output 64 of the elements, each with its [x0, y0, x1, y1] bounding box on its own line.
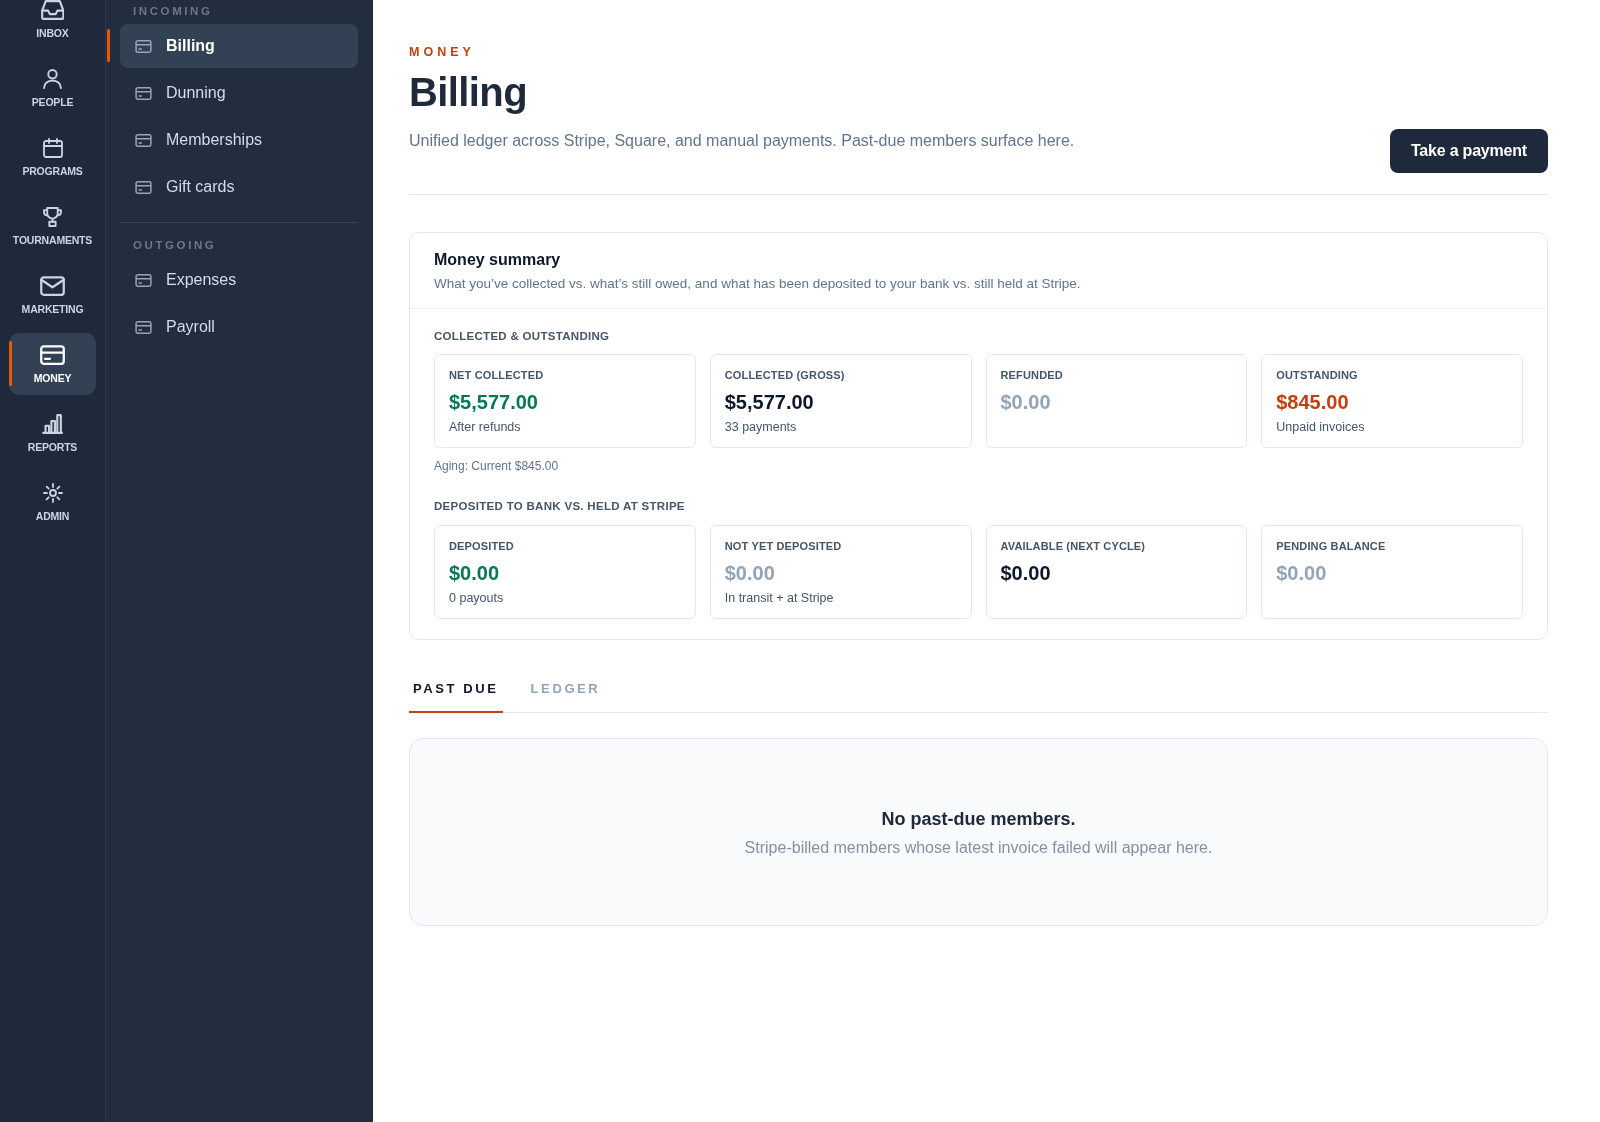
envelope-icon: [40, 276, 65, 296]
credit-card-icon: [135, 180, 152, 194]
trophy-icon: [43, 207, 62, 227]
credit-card-icon: [135, 320, 152, 334]
credit-card-icon: [135, 273, 152, 287]
stat-note: In transit + at Stripe: [724, 590, 834, 606]
stat-label: NET COLLECTED: [449, 368, 544, 382]
sidebar-item[interactable]: Expenses: [120, 258, 358, 302]
stat-note: Unpaid invoices: [1276, 419, 1365, 435]
aging-note: Aging: Current $845.00: [434, 458, 560, 474]
stat-note: 0 payouts: [449, 590, 504, 606]
sidebar-item[interactable]: Billing: [120, 24, 358, 68]
rail-nav-button[interactable]: PEOPLE: [9, 57, 96, 119]
section-heading: INCOMING: [132, 4, 214, 18]
sidebar-item[interactable]: Memberships: [120, 118, 358, 162]
credit-card-icon: [135, 39, 152, 53]
tab[interactable]: PAST DUE: [409, 669, 503, 713]
stat-value: $0.00: [449, 561, 500, 586]
stat-value: $5,577.00: [724, 390, 814, 415]
stat-value: $0.00: [1000, 390, 1051, 415]
sun-icon: [42, 483, 63, 503]
stat-value: $0.00: [1276, 561, 1327, 586]
stat-label: OUTSTANDING: [1276, 368, 1358, 382]
page-subtitle: Unified ledger across Stripe, Square, and manual payments. Past-due members surface here.: [409, 131, 1075, 151]
rail-nav-button[interactable]: ADMIN: [9, 471, 96, 533]
rail-nav-button[interactable]: MARKETING: [9, 264, 96, 326]
rail-nav-button[interactable]: INBOX: [9, 0, 96, 50]
stat-value: $845.00: [1276, 390, 1349, 415]
stat-label: PENDING BALANCE: [1276, 539, 1386, 553]
panel-description: What you’ve collected vs. what’s still owed, and what has been deposited to your bank vs. still held at Stripe.: [434, 275, 1082, 293]
stat-label: COLLECTED (GROSS): [724, 368, 845, 382]
credit-card-icon: [135, 86, 152, 100]
stat-label: REFUNDED: [1000, 368, 1063, 382]
sidebar-item[interactable]: Dunning: [120, 71, 358, 115]
empty-state-message: Stripe-billed members whose latest invoice failed will appear here.: [744, 838, 1213, 858]
stat-value: $0.00: [1000, 561, 1051, 586]
sidebar-item[interactable]: Payroll: [120, 305, 358, 349]
page-eyebrow: MONEY: [409, 44, 476, 60]
sidebar-item[interactable]: Gift cards: [120, 165, 358, 209]
group-heading: DEPOSITED TO BANK VS. HELD AT STRIPE: [434, 499, 686, 514]
credit-card-icon: [40, 345, 65, 365]
rail-nav-button[interactable]: MONEY: [9, 333, 96, 395]
take-payment-button[interactable]: Take a payment: [1389, 129, 1548, 173]
group-heading: COLLECTED & OUTSTANDING: [434, 329, 611, 344]
rail-nav-button[interactable]: TOURNAMENTS: [9, 195, 96, 257]
stat-note: 33 payments: [724, 419, 797, 435]
selection-indicator: [107, 29, 110, 62]
bar-chart-icon: [41, 414, 64, 434]
section-heading: OUTGOING: [132, 238, 218, 252]
stat-value: $0.00: [724, 561, 775, 586]
empty-state-title: No past-due members.: [881, 808, 1076, 831]
panel-title: Money summary: [434, 250, 562, 270]
page-title: Billing: [409, 69, 528, 116]
stat-label: DEPOSITED: [449, 539, 514, 553]
rail-nav-button[interactable]: REPORTS: [9, 402, 96, 464]
stat-label: NOT YET DEPOSITED: [724, 539, 842, 553]
stat-note: After refunds: [449, 419, 521, 435]
rail-nav-button[interactable]: PROGRAMS: [9, 126, 96, 188]
person-icon: [43, 69, 62, 89]
credit-card-icon: [135, 133, 152, 147]
stat-label: AVAILABLE (NEXT CYCLE): [1000, 539, 1146, 553]
stat-value: $5,577.00: [449, 390, 538, 415]
inbox-icon: [40, 0, 65, 20]
calendar-icon: [42, 138, 63, 158]
